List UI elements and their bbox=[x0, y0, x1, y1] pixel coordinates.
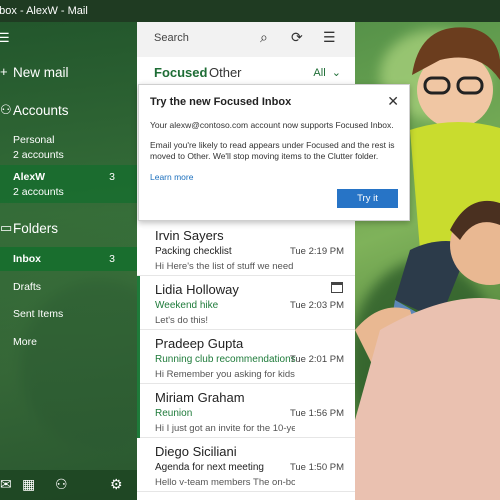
message-preview: Hello v-team members The on-boa bbox=[155, 477, 295, 488]
message-time: Tue 2:19 PM bbox=[289, 246, 344, 257]
account-name: AlexW bbox=[13, 171, 46, 183]
close-icon[interactable]: ✕ bbox=[387, 93, 399, 110]
filter-label: All bbox=[313, 67, 326, 79]
message-subject: Packing checklist bbox=[155, 246, 232, 257]
message-item[interactable]: Pradeep Gupta Running club recommendatio… bbox=[137, 330, 355, 384]
try-it-button[interactable]: Try it bbox=[337, 189, 398, 208]
window-title-bar: Inbox - AlexW - Mail bbox=[0, 0, 500, 22]
message-sender: Lidia Holloway bbox=[155, 282, 239, 297]
hamburger-icon: ☰ bbox=[0, 30, 10, 45]
plus-icon: + bbox=[0, 64, 8, 79]
message-subject: Agenda for next meeting bbox=[155, 462, 264, 473]
new-mail-button[interactable]: + New mail bbox=[0, 62, 137, 84]
search-input[interactable]: Search bbox=[154, 32, 189, 44]
message-item[interactable]: Irvin Sayers Packing checklist Tue 2:19 … bbox=[137, 222, 355, 276]
message-item[interactable]: Lidia Holloway Weekend hike Tue 2:03 PM … bbox=[137, 276, 355, 330]
select-mode-icon[interactable]: ☰ bbox=[323, 29, 336, 46]
folder-icon: ▭ bbox=[0, 220, 13, 235]
message-sender: Diego Siciliani bbox=[155, 444, 237, 459]
new-mail-label: New mail bbox=[13, 65, 69, 80]
search-bar: Search ⌕ ⟳ ☰ bbox=[137, 22, 355, 57]
accounts-header[interactable]: ⚇ Accounts bbox=[0, 100, 137, 122]
account-sub: 2 accounts bbox=[13, 149, 64, 161]
message-time: Tue 1:56 PM bbox=[289, 408, 344, 419]
folders-header[interactable]: ▭ Folders bbox=[0, 218, 137, 240]
message-sender: Miriam Graham bbox=[155, 390, 245, 405]
folder-name: More bbox=[13, 336, 37, 348]
hamburger-button[interactable]: ☰ bbox=[0, 30, 137, 50]
account-sub: 2 accounts bbox=[13, 186, 64, 198]
inbox-tabs: Focused Other All ⌄ bbox=[137, 57, 355, 87]
chevron-down-icon: ⌄ bbox=[328, 67, 341, 79]
calendar-icon bbox=[331, 282, 343, 293]
navigation-pane: ☰ + New mail ⚇ Accounts Personal 2 accou… bbox=[0, 22, 137, 500]
folder-sent-items[interactable]: Sent Items bbox=[0, 302, 137, 326]
message-sender: Irvin Sayers bbox=[155, 228, 224, 243]
message-sender: Pradeep Gupta bbox=[155, 336, 244, 351]
message-time: Tue 2:01 PM bbox=[289, 354, 344, 365]
popup-text: Email you're likely to read appears unde… bbox=[150, 140, 395, 161]
unread-count: 3 bbox=[109, 171, 115, 183]
message-time: Tue 1:50 PM bbox=[289, 462, 344, 473]
settings-icon[interactable]: ⚙ bbox=[110, 476, 123, 493]
folder-drafts[interactable]: Drafts bbox=[0, 275, 137, 299]
accounts-label: Accounts bbox=[13, 103, 69, 118]
message-preview: Hi I just got an invite for the 10-ye bbox=[155, 423, 295, 434]
calendar-icon[interactable]: ▦ bbox=[22, 476, 35, 493]
message-time: Tue 2:03 PM bbox=[289, 300, 344, 311]
people-icon[interactable]: ⚇ bbox=[55, 476, 68, 493]
tab-focused[interactable]: Focused bbox=[154, 65, 207, 80]
folders-label: Folders bbox=[13, 221, 59, 236]
message-preview: Hi Here's the list of stuff we need t bbox=[155, 261, 295, 272]
filter-dropdown[interactable]: All ⌄ bbox=[313, 66, 341, 79]
focused-inbox-popup: Try the new Focused Inbox ✕ Your alexw@c… bbox=[138, 84, 410, 221]
window-title: Inbox - AlexW - Mail bbox=[0, 5, 88, 17]
folder-more[interactable]: More bbox=[0, 330, 137, 354]
message-preview: Hi Remember you asking for kids' bbox=[155, 369, 295, 380]
account-personal[interactable]: Personal 2 accounts bbox=[0, 130, 137, 164]
folder-name: Inbox bbox=[13, 253, 41, 265]
message-preview: Let's do this! bbox=[155, 315, 209, 326]
folder-name: Drafts bbox=[13, 281, 42, 293]
folder-name: Sent Items bbox=[13, 308, 64, 320]
message-subject: Weekend hike bbox=[155, 300, 219, 311]
message-subject: Running club recommendations bbox=[155, 354, 296, 365]
unread-count: 3 bbox=[109, 253, 115, 265]
account-alexw[interactable]: AlexW 2 accounts 3 bbox=[0, 165, 137, 203]
popup-title: Try the new Focused Inbox bbox=[150, 96, 292, 108]
nav-bottom-bar: ✉ ▦ ⚇ ⚙ bbox=[0, 470, 137, 500]
person-icon: ⚇ bbox=[0, 102, 12, 117]
mail-icon[interactable]: ✉ bbox=[0, 476, 12, 493]
sync-icon[interactable]: ⟳ bbox=[291, 29, 303, 46]
popup-text: Your alexw@contoso.com account now suppo… bbox=[150, 120, 394, 130]
account-name: Personal bbox=[13, 134, 55, 146]
folder-inbox[interactable]: Inbox 3 bbox=[0, 247, 137, 271]
tab-other[interactable]: Other bbox=[209, 65, 242, 80]
search-icon[interactable]: ⌕ bbox=[260, 29, 268, 46]
message-subject: Reunion bbox=[155, 408, 193, 419]
message-item[interactable]: Miriam Graham Reunion Tue 1:56 PM Hi I j… bbox=[137, 384, 355, 438]
learn-more-link[interactable]: Learn more bbox=[150, 172, 193, 182]
message-item[interactable]: Diego Siciliani Agenda for next meeting … bbox=[137, 438, 355, 492]
